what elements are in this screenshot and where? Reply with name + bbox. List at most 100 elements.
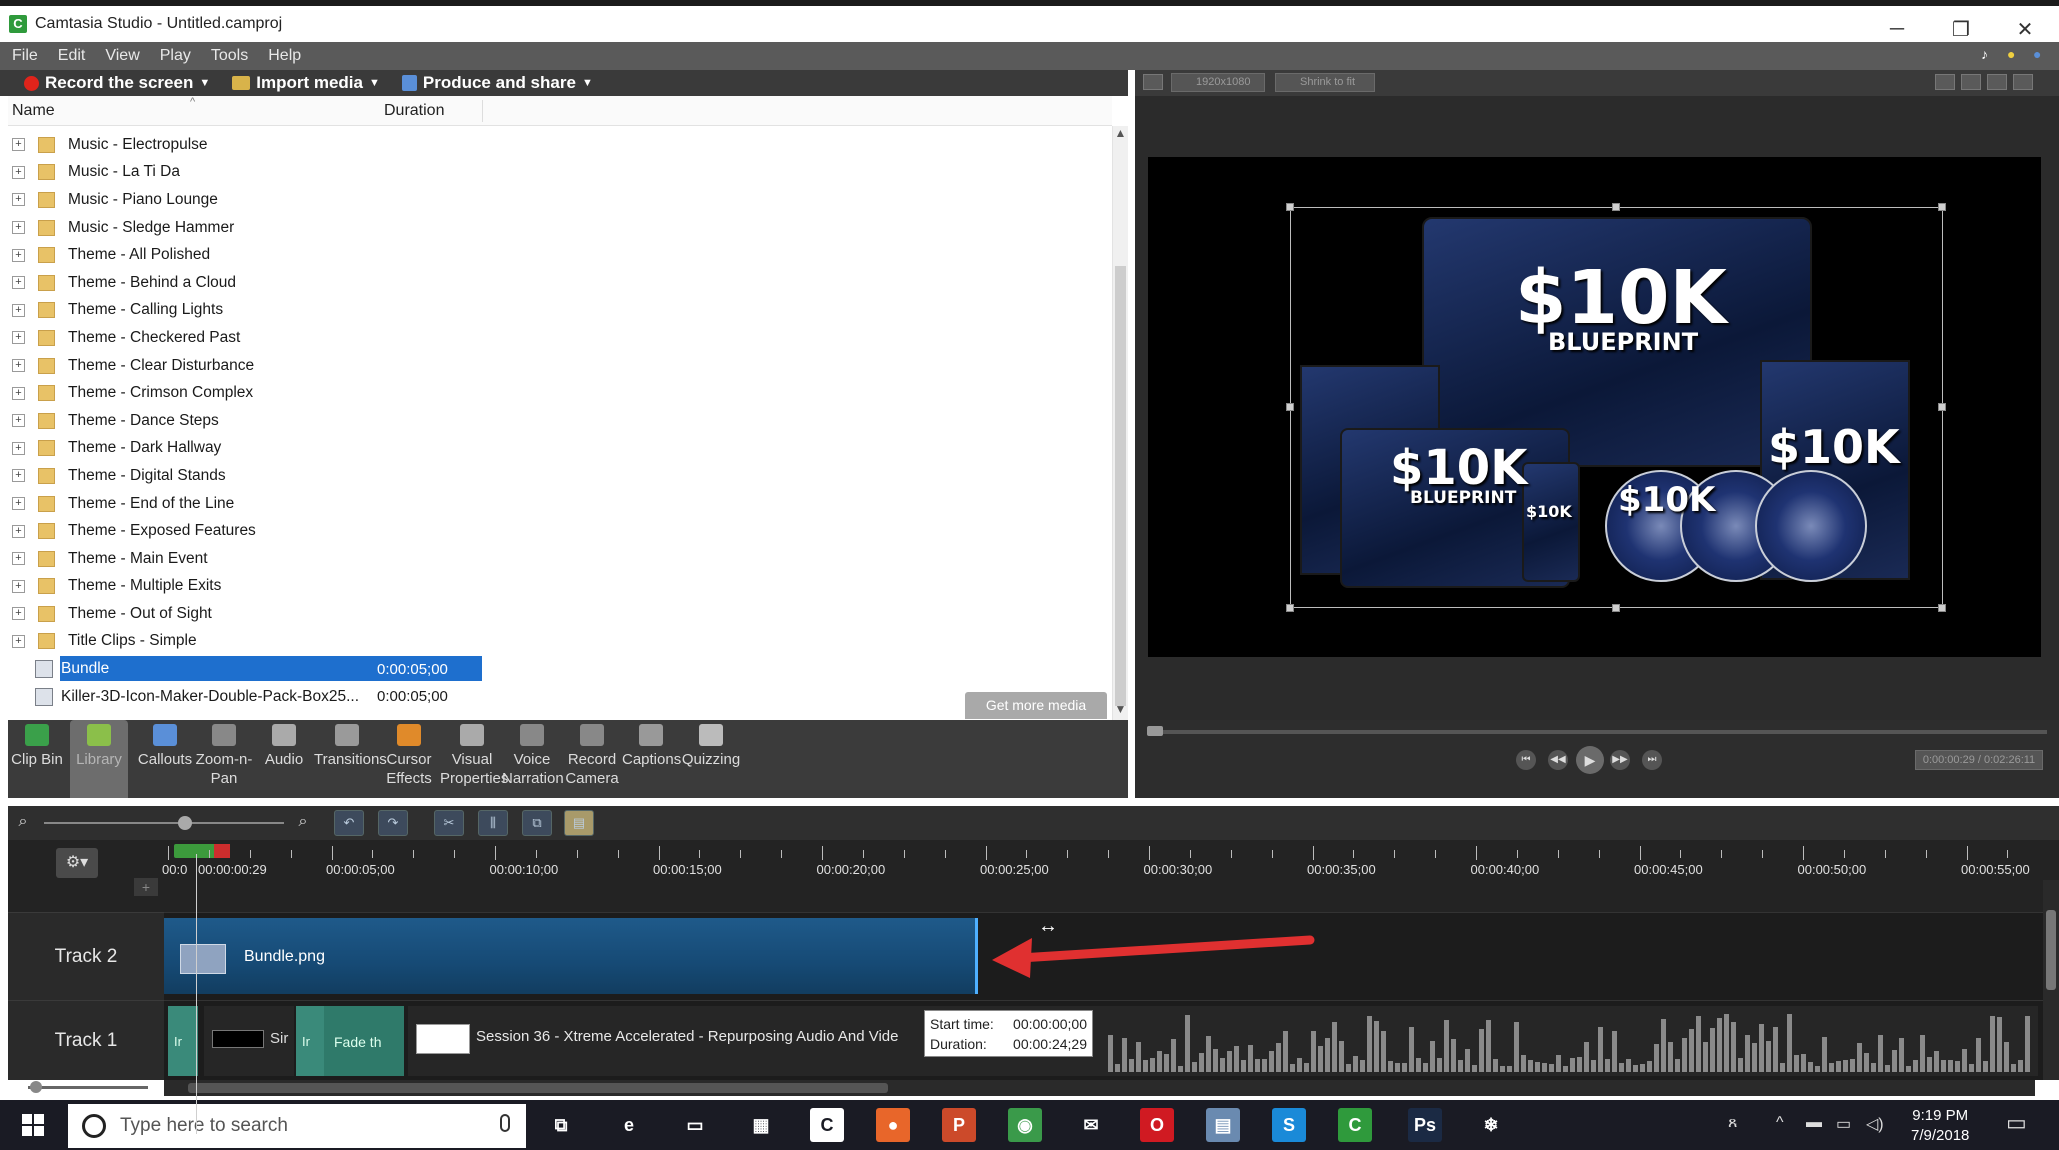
powerpoint-icon[interactable]: P bbox=[942, 1108, 976, 1142]
snowflake-app-icon[interactable]: ❄ bbox=[1474, 1108, 1508, 1142]
menu-view[interactable]: View bbox=[105, 47, 139, 65]
clip-bin-folder-row[interactable]: + Theme - Checkered Past bbox=[8, 324, 1108, 352]
store-icon[interactable]: ▦ bbox=[744, 1108, 778, 1142]
menu-tools[interactable]: Tools bbox=[211, 47, 248, 65]
task-tab-record-camera[interactable]: Record Camera bbox=[562, 720, 622, 798]
column-divider[interactable] bbox=[482, 100, 483, 122]
fast-forward-icon[interactable]: ▶▶ bbox=[1610, 750, 1630, 770]
record-screen-button[interactable]: Record the screen ▼ bbox=[24, 73, 210, 93]
expand-icon[interactable]: + bbox=[12, 469, 25, 483]
clip-bin-folder-row[interactable]: + Theme - Calling Lights bbox=[8, 297, 1108, 325]
task-view-icon[interactable]: ⧉ bbox=[544, 1108, 578, 1142]
clip-bin-folder-row[interactable]: + Theme - Multiple Exits bbox=[8, 573, 1108, 601]
resize-handle[interactable] bbox=[1938, 604, 1946, 612]
skip-forward-icon[interactable]: ⏭ bbox=[1642, 750, 1662, 770]
task-tab-audio[interactable]: Audio bbox=[258, 720, 310, 798]
expand-icon[interactable]: + bbox=[12, 441, 25, 455]
resize-handle[interactable] bbox=[1286, 403, 1294, 411]
file-explorer-icon[interactable]: ▭ bbox=[678, 1108, 712, 1142]
resize-handle[interactable] bbox=[1612, 203, 1620, 211]
import-media-button[interactable]: Import media ▼ bbox=[232, 73, 380, 93]
zoom-in-icon[interactable]: ⌕ bbox=[290, 810, 316, 836]
minimize-button[interactable]: ─ bbox=[1866, 12, 1928, 46]
copy-icon[interactable]: ⧉ bbox=[522, 810, 552, 836]
expand-icon[interactable]: + bbox=[12, 331, 25, 345]
clip-bin-folder-row[interactable]: + Theme - Digital Stands bbox=[8, 462, 1108, 490]
zoom-out-icon[interactable]: ⌕ bbox=[12, 810, 34, 836]
playhead-marker[interactable] bbox=[174, 844, 230, 858]
timeline-vscroll-thumb[interactable] bbox=[2046, 910, 2056, 990]
windows-start-icon[interactable] bbox=[22, 1114, 44, 1136]
expand-icon[interactable]: + bbox=[12, 221, 25, 235]
clip-bin-folder-row[interactable]: + Music - Sledge Hammer bbox=[8, 214, 1108, 242]
paste-icon[interactable]: ▤ bbox=[564, 810, 594, 836]
expand-icon[interactable]: + bbox=[12, 165, 25, 179]
bundle-clip[interactable]: Bundle.png bbox=[164, 918, 978, 994]
clip-bin-folder-row[interactable]: + Theme - Out of Sight bbox=[8, 600, 1108, 628]
expand-icon[interactable]: + bbox=[12, 414, 25, 428]
fade-transition-segment[interactable]: Fade th bbox=[324, 1006, 404, 1076]
transition-segment[interactable]: Ir bbox=[296, 1006, 324, 1076]
mail-icon[interactable]: ✉ bbox=[1074, 1108, 1108, 1142]
menu-help[interactable]: Help bbox=[268, 47, 301, 65]
undo-icon[interactable]: ↶ bbox=[334, 810, 364, 836]
menu-file[interactable]: File bbox=[12, 47, 38, 65]
timeline-hscroll-thumb[interactable] bbox=[188, 1083, 888, 1093]
expand-icon[interactable]: + bbox=[12, 386, 25, 400]
bell-icon[interactable]: ♪ bbox=[1981, 46, 1997, 64]
clip-bin-folder-row[interactable]: + Music - La Ti Da bbox=[8, 159, 1108, 187]
task-tab-zoom-n-pan[interactable]: Zoom-n- Pan bbox=[194, 720, 254, 798]
column-duration-header[interactable]: Duration bbox=[384, 102, 444, 120]
chevron-up-icon[interactable]: ^ bbox=[1776, 1114, 1784, 1132]
photoshop-icon[interactable]: Ps bbox=[1408, 1108, 1442, 1142]
volume-icon[interactable]: ◁) bbox=[1866, 1114, 1884, 1134]
clip-bin-folder-row[interactable]: + Music - Piano Lounge bbox=[8, 186, 1108, 214]
detach-icon[interactable] bbox=[1935, 74, 1955, 90]
chrome-icon[interactable]: ◉ bbox=[1008, 1108, 1042, 1142]
network-icon[interactable]: ▭ bbox=[1836, 1114, 1851, 1134]
timeline-ruler[interactable]: ⚙▾ + 00:0 00:00:00:29 00:00:05;00 00:00:10… bbox=[8, 840, 2059, 1134]
crop-icon[interactable] bbox=[1143, 74, 1163, 90]
menu-edit[interactable]: Edit bbox=[58, 47, 86, 65]
clip-bin-folder-row[interactable]: + Theme - Clear Disturbance bbox=[8, 352, 1108, 380]
expand-icon[interactable]: + bbox=[12, 248, 25, 262]
clip-bin-scrollbar[interactable]: ▲ ▼ bbox=[1112, 126, 1128, 720]
task-tab-clip-bin[interactable]: Clip Bin bbox=[8, 720, 66, 798]
expand-icon[interactable]: + bbox=[12, 634, 25, 648]
task-tab-transitions[interactable]: Transitions bbox=[314, 720, 387, 798]
transition-segment[interactable]: Ir bbox=[168, 1006, 198, 1076]
clip-bin-folder-row[interactable]: + Theme - End of the Line bbox=[8, 490, 1108, 518]
clip-bin-folder-row[interactable]: + Theme - Main Event bbox=[8, 545, 1108, 573]
expand-icon[interactable]: + bbox=[12, 524, 25, 538]
play-icon[interactable]: ▶ bbox=[1576, 746, 1604, 774]
resize-handle[interactable] bbox=[1286, 604, 1294, 612]
clip-bin-folder-row[interactable]: + Theme - Dance Steps bbox=[8, 407, 1108, 435]
edge-icon[interactable]: e bbox=[612, 1108, 646, 1142]
expand-icon[interactable]: + bbox=[12, 303, 25, 317]
people-icon[interactable]: ጸ bbox=[1728, 1114, 1737, 1132]
camtasia-recorder-icon[interactable]: C bbox=[810, 1108, 844, 1142]
clip-bin-folder-row[interactable]: + Theme - All Polished bbox=[8, 241, 1108, 269]
gear-icon[interactable]: ⚙▾ bbox=[56, 848, 98, 878]
taskbar-clock[interactable]: 9:19 PM 7/9/2018 bbox=[1911, 1106, 1969, 1146]
scroll-up-icon[interactable]: ▲ bbox=[1113, 126, 1128, 144]
track-1-label[interactable]: Track 1 bbox=[8, 1000, 164, 1080]
expand-icon[interactable]: + bbox=[12, 138, 25, 152]
clip-bin-media-row[interactable]: Bundle 0:00:05;00 bbox=[8, 655, 1108, 683]
clip-bin-folder-row[interactable]: + Theme - Crimson Complex bbox=[8, 379, 1108, 407]
restore-button[interactable]: ❐ bbox=[1930, 12, 1992, 46]
expand-icon[interactable]: + bbox=[12, 579, 25, 593]
task-tab-voice-narration[interactable]: Voice Narration bbox=[502, 720, 564, 798]
zoom-slider-knob[interactable] bbox=[178, 816, 192, 830]
expand-icon[interactable]: + bbox=[12, 359, 25, 373]
title-clip-segment[interactable]: Sir bbox=[204, 1006, 294, 1076]
track-height-slider[interactable] bbox=[28, 1086, 148, 1089]
playhead-out-marker[interactable] bbox=[214, 844, 230, 858]
resolution-dropdown[interactable]: 1920x1080 bbox=[1171, 73, 1265, 92]
clip-bin-folder-row[interactable]: + Theme - Exposed Features bbox=[8, 517, 1108, 545]
clip-bin-folder-row[interactable]: + Theme - Behind a Cloud bbox=[8, 269, 1108, 297]
resize-handle[interactable] bbox=[1612, 604, 1620, 612]
scrubber-knob[interactable] bbox=[1147, 726, 1163, 736]
selection-box[interactable] bbox=[1290, 207, 1943, 608]
task-tab-captions[interactable]: Captions bbox=[622, 720, 681, 798]
